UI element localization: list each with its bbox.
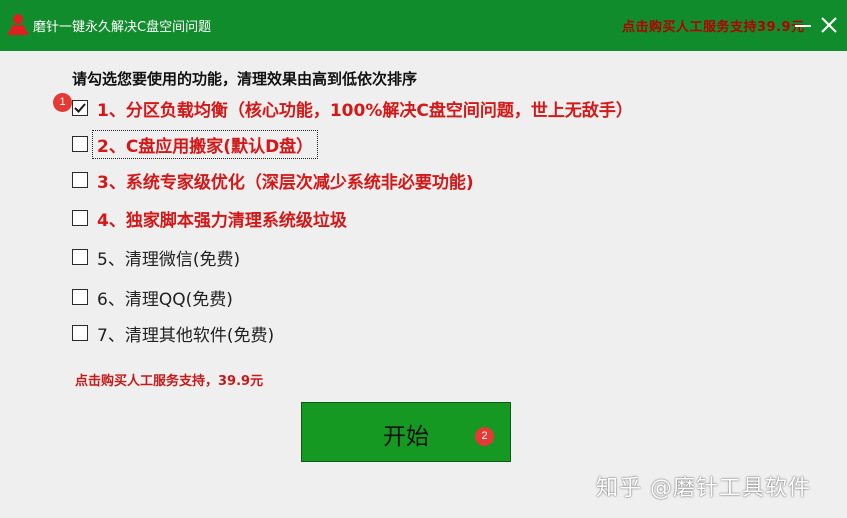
promo-link-top[interactable]: 点击购买人工服务支持39.9元 (622, 16, 805, 35)
instruction-text: 请勾选您要使用的功能，清理效果由高到低依次排序 (72, 70, 418, 88)
option-script-cleanup[interactable]: 4、独家脚本强力清理系统级垃圾 (72, 206, 347, 231)
option-app-migration[interactable]: 2、C盘应用搬家(默认D盘） (72, 129, 319, 159)
option-label: 7、清理其他软件(免费) (97, 325, 275, 346)
watermark-text: 知乎 @磨针工具软件 (596, 476, 811, 501)
checkbox[interactable] (72, 136, 88, 152)
checkbox[interactable] (72, 100, 88, 116)
close-icon[interactable] (818, 14, 840, 36)
option-clean-wechat[interactable]: 5、清理微信(免费) (72, 245, 241, 270)
option-partition-balance[interactable]: 1、分区负载均衡（核心功能，100%解决C盘空间问题，世上无敌手） (72, 96, 633, 121)
option-label: 4、独家脚本强力清理系统级垃圾 (97, 210, 347, 231)
option-system-optimization[interactable]: 3、系统专家级优化（深层次减少系统非必要功能) (72, 168, 474, 193)
checkmark-icon (74, 103, 86, 113)
checkbox[interactable] (72, 249, 88, 265)
minimize-icon[interactable] (792, 14, 814, 36)
title-bar: 磨针一键永久解决C盘空间问题 点击购买人工服务支持39.9元 (0, 0, 847, 51)
promo-link-bottom[interactable]: 点击购买人工服务支持，39.9元 (75, 370, 263, 389)
option-clean-qq[interactable]: 6、清理QQ(免费) (72, 285, 233, 310)
checkbox[interactable] (72, 325, 88, 341)
annotation-badge-2: 2 (475, 427, 494, 446)
option-label: 1、分区负载均衡（核心功能，100%解决C盘空间问题，世上无敌手） (97, 100, 633, 121)
checkbox[interactable] (72, 289, 88, 305)
window-title: 磨针一键永久解决C盘空间问题 (33, 20, 212, 35)
annotation-badge-1: 1 (53, 93, 72, 112)
option-label: 2、C盘应用搬家(默认D盘） (92, 129, 319, 159)
checkbox[interactable] (72, 172, 88, 188)
option-clean-other[interactable]: 7、清理其他软件(免费) (72, 321, 275, 346)
app-logo-icon (8, 14, 28, 35)
option-label: 5、清理微信(免费) (97, 249, 241, 270)
option-label: 3、系统专家级优化（深层次减少系统非必要功能) (97, 172, 474, 193)
start-button[interactable]: 开始 2 (301, 402, 511, 462)
checkbox[interactable] (72, 210, 88, 226)
option-label: 6、清理QQ(免费) (97, 289, 233, 310)
